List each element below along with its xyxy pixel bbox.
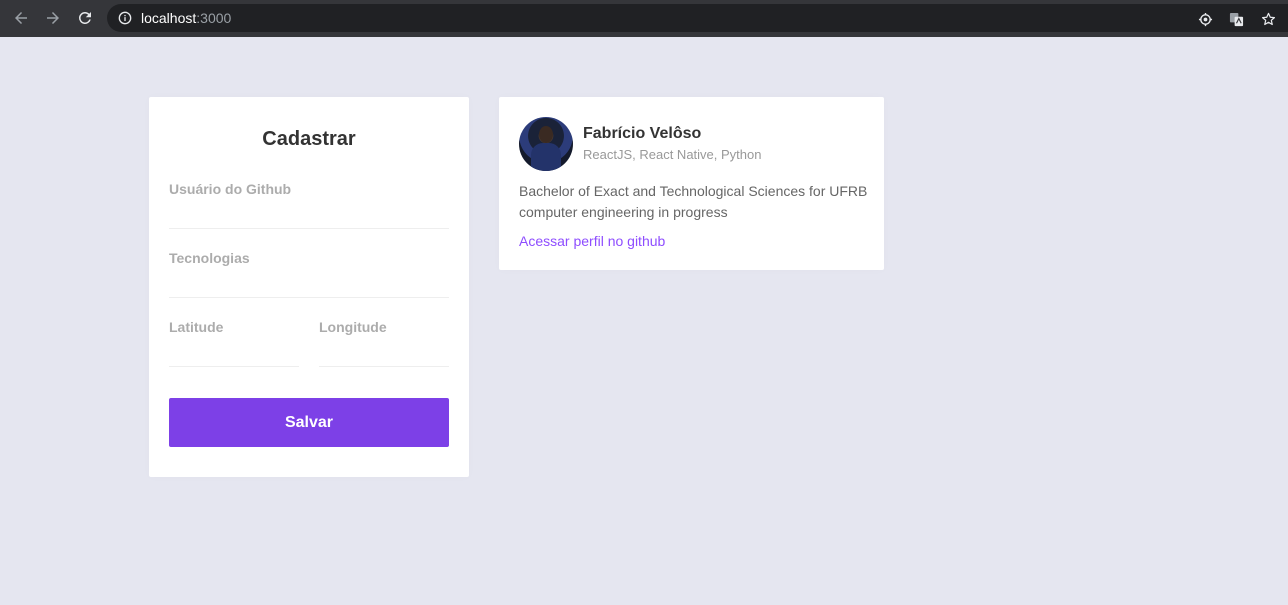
avatar-head xyxy=(539,126,553,143)
address-bar[interactable]: localhost:3000 xyxy=(107,4,1288,32)
back-arrow-icon[interactable] xyxy=(10,7,32,29)
form-title: Cadastrar xyxy=(262,128,356,150)
location-icon[interactable] xyxy=(1197,11,1213,27)
avatar xyxy=(519,117,573,171)
url-host: localhost xyxy=(141,10,197,26)
star-icon[interactable] xyxy=(1260,11,1276,27)
avatar-body xyxy=(531,143,561,171)
github-profile-link[interactable]: Acessar perfil no github xyxy=(519,233,665,249)
longitude-label: Longitude xyxy=(319,319,387,335)
dev-name: Fabrício Velôso xyxy=(583,125,702,142)
forward-arrow-icon[interactable] xyxy=(42,7,64,29)
techs-label: Tecnologias xyxy=(169,250,250,266)
browser-toolbar: localhost:3000 xyxy=(0,0,1288,37)
longitude-input[interactable] xyxy=(319,339,449,367)
github-user-label: Usuário do Github xyxy=(169,181,292,197)
techs-input[interactable] xyxy=(169,270,449,298)
dev-techs: ReactJS, React Native, Python xyxy=(583,147,762,162)
reload-icon[interactable] xyxy=(74,7,96,29)
latitude-input[interactable] xyxy=(169,339,299,367)
github-user-input[interactable] xyxy=(169,201,449,229)
info-icon[interactable] xyxy=(118,11,132,25)
translate-icon[interactable] xyxy=(1228,11,1244,27)
save-button[interactable]: Salvar xyxy=(169,398,449,447)
url-port: :3000 xyxy=(196,10,232,26)
latitude-label: Latitude xyxy=(169,319,224,335)
url-text: localhost:3000 xyxy=(141,10,231,26)
dev-bio: Bachelor of Exact and Technological Scie… xyxy=(519,183,868,220)
